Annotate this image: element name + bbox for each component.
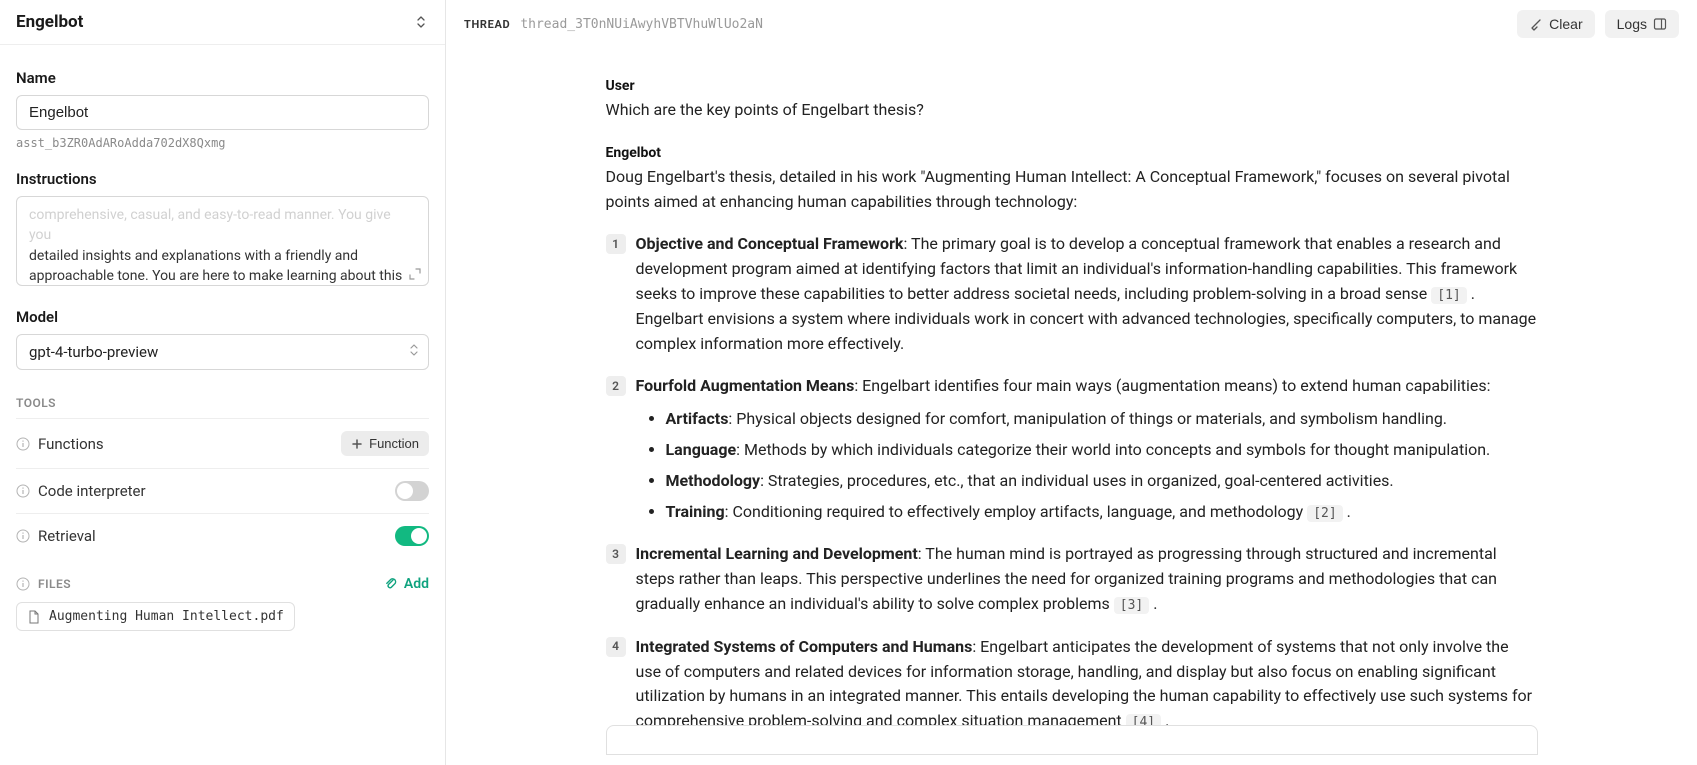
add-function-button[interactable]: Function xyxy=(341,431,429,456)
list-item: 3Incremental Learning and Development: T… xyxy=(606,542,1538,616)
files-section-label: FILES xyxy=(38,577,71,591)
role-user: User xyxy=(606,78,1538,94)
info-icon xyxy=(16,437,30,451)
topbar: THREAD thread_3T0nNUiAwyhVBTVhuWlUo2aN C… xyxy=(446,0,1697,48)
number-badge: 3 xyxy=(606,544,626,564)
retrieval-label: Retrieval xyxy=(38,527,96,545)
citation[interactable]: [3] xyxy=(1114,597,1149,614)
code-interpreter-toggle[interactable] xyxy=(395,481,429,501)
user-text: Which are the key points of Engelbart th… xyxy=(606,98,1538,123)
panel-right-icon xyxy=(1653,17,1667,31)
sub-list: Artifacts: Physical objects designed for… xyxy=(666,407,1538,524)
clear-button[interactable]: Clear xyxy=(1517,10,1594,38)
clear-label: Clear xyxy=(1549,16,1582,32)
sub-title: Methodology xyxy=(666,471,761,490)
instructions-text: detailed insights and explanations with … xyxy=(29,248,402,286)
sub-list-item: Artifacts: Physical objects designed for… xyxy=(666,407,1538,432)
plus-icon xyxy=(351,438,363,450)
list-item: 2Fourfold Augmentation Means: Engelbart … xyxy=(606,374,1538,524)
tool-row-code-interpreter: Code interpreter xyxy=(16,468,429,513)
assistant-points-list: 1Objective and Conceptual Framework: The… xyxy=(606,232,1538,725)
code-interpreter-label: Code interpreter xyxy=(38,482,146,500)
instructions-label: Instructions xyxy=(16,170,429,188)
sub-list-item: Training: Conditioning required to effec… xyxy=(666,500,1538,525)
citation[interactable]: [1] xyxy=(1431,287,1466,304)
number-badge: 4 xyxy=(606,637,626,657)
thread-id: thread_3T0nNUiAwyhVBTVhuWlUo2aN xyxy=(520,17,763,32)
sub-title: Language xyxy=(666,440,737,459)
message-assistant: Engelbot Doug Engelbart's thesis, detail… xyxy=(606,145,1538,725)
name-label: Name xyxy=(16,69,429,87)
tool-row-retrieval: Retrieval xyxy=(16,513,429,558)
file-icon xyxy=(27,610,41,624)
add-function-label: Function xyxy=(369,436,419,451)
expand-icon[interactable] xyxy=(408,267,422,281)
point-title: Integrated Systems of Computers and Huma… xyxy=(636,637,973,656)
main-panel: THREAD thread_3T0nNUiAwyhVBTVhuWlUo2aN C… xyxy=(446,0,1697,765)
assistant-title: Engelbot xyxy=(16,12,83,32)
retrieval-toggle[interactable] xyxy=(395,526,429,546)
point-title: Objective and Conceptual Framework xyxy=(636,234,904,253)
file-chip[interactable]: Augmenting Human Intellect.pdf xyxy=(16,602,295,631)
logs-label: Logs xyxy=(1617,16,1647,32)
sub-title: Artifacts xyxy=(666,409,729,428)
assistant-id: asst_b3ZR0AdARoAdda702dX8Qxmg xyxy=(16,136,429,150)
logs-button[interactable]: Logs xyxy=(1605,10,1679,38)
add-file-label: Add xyxy=(404,576,429,592)
info-icon xyxy=(16,529,30,543)
list-item: 1Objective and Conceptual Framework: The… xyxy=(606,232,1538,356)
role-assistant: Engelbot xyxy=(606,145,1538,161)
attachment-icon xyxy=(384,577,398,591)
citation[interactable]: [4] xyxy=(1126,714,1161,725)
config-sidebar: Engelbot Name asst_b3ZR0AdARoAdda702dX8Q… xyxy=(0,0,446,765)
number-badge: 2 xyxy=(606,376,626,396)
name-input[interactable] xyxy=(16,95,429,130)
instructions-textarea[interactable]: comprehensive, casual, and easy-to-read … xyxy=(16,196,429,286)
model-label: Model xyxy=(16,308,429,326)
tool-row-functions: Functions Function xyxy=(16,418,429,468)
list-item: 4 Integrated Systems of Computers and Hum… xyxy=(606,635,1538,725)
info-icon xyxy=(16,484,30,498)
tools-section-label: TOOLS xyxy=(16,396,429,410)
sub-title: Training xyxy=(666,502,725,521)
info-icon xyxy=(16,577,30,591)
point-title: Fourfold Augmentation Means xyxy=(636,376,855,395)
model-value: gpt-4-turbo-preview xyxy=(29,343,158,361)
sub-list-item: Language: Methods by which individuals c… xyxy=(666,438,1538,463)
message-composer[interactable] xyxy=(606,725,1538,755)
message-user: User Which are the key points of Engelba… xyxy=(606,78,1538,123)
broom-icon xyxy=(1529,17,1543,31)
assistant-intro: Doug Engelbart's thesis, detailed in his… xyxy=(606,165,1538,215)
number-badge: 1 xyxy=(606,234,626,254)
sidebar-header: Engelbot xyxy=(0,0,445,45)
thread-scroll[interactable]: User Which are the key points of Engelba… xyxy=(446,48,1697,725)
add-file-button[interactable]: Add xyxy=(384,576,429,592)
instructions-cutoff-line: comprehensive, casual, and easy-to-read … xyxy=(29,205,416,246)
point-title: Incremental Learning and Development xyxy=(636,544,918,563)
citation[interactable]: [2] xyxy=(1307,505,1342,522)
sub-list-item: Methodology: Strategies, procedures, etc… xyxy=(666,469,1538,494)
thread-label: THREAD xyxy=(464,18,510,31)
collapse-icon[interactable] xyxy=(413,14,429,30)
model-select[interactable]: gpt-4-turbo-preview xyxy=(16,334,429,370)
file-name: Augmenting Human Intellect.pdf xyxy=(49,609,284,624)
functions-label: Functions xyxy=(38,435,104,453)
